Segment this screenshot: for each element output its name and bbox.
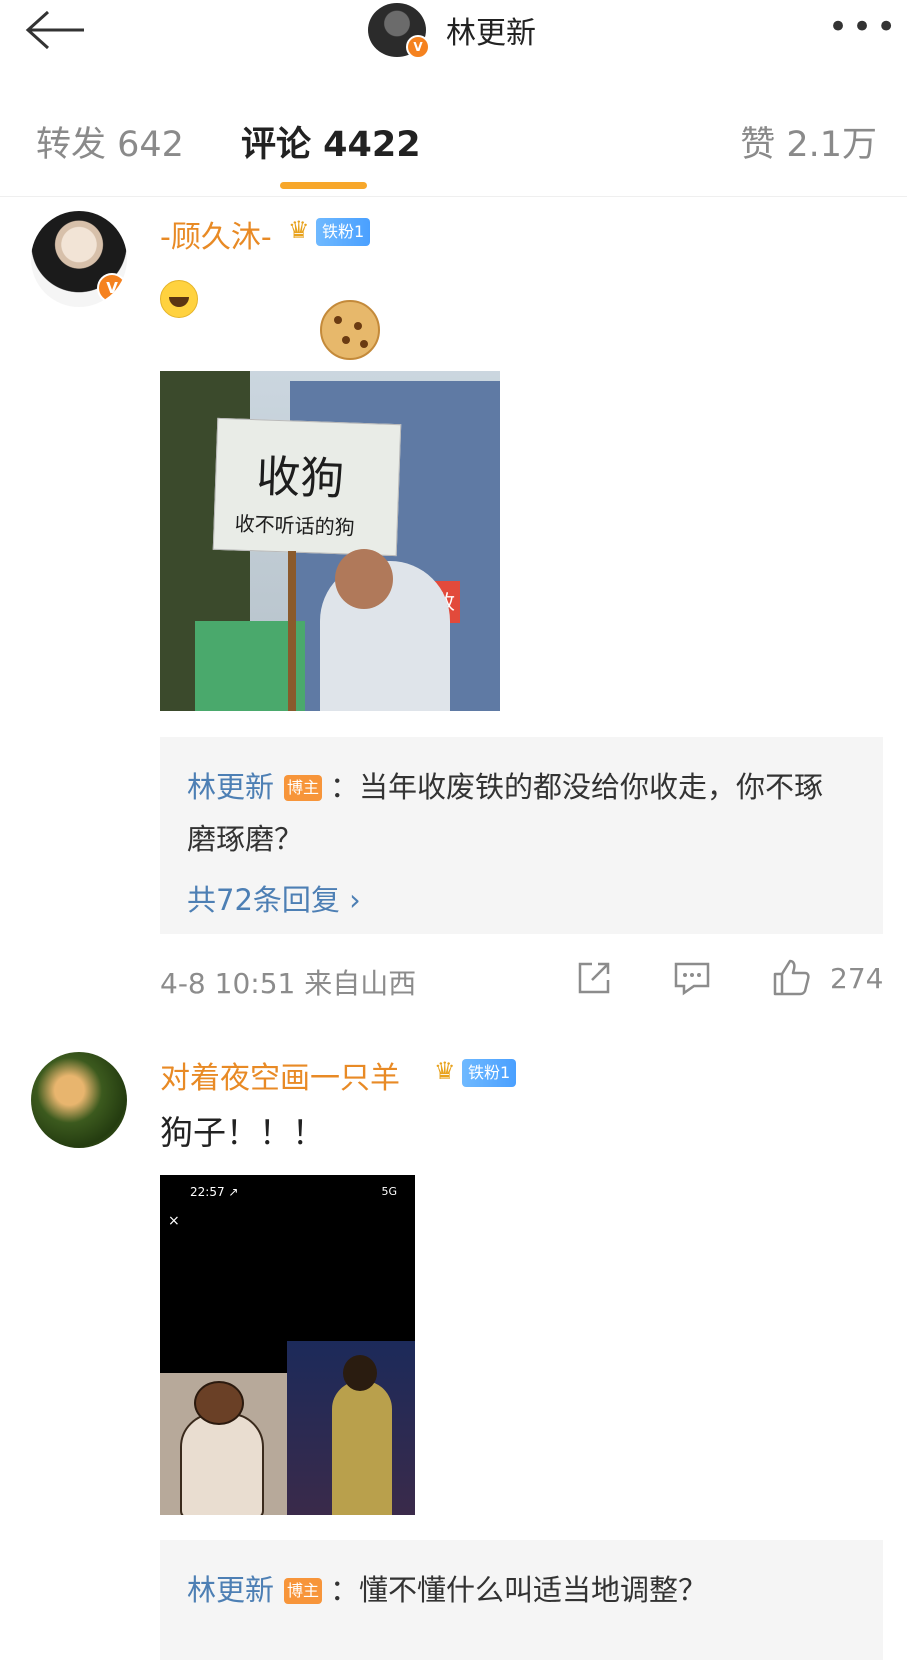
crown-icon: ♛ <box>288 216 310 244</box>
tab-comments[interactable]: 评论 4422 <box>241 116 421 167</box>
screenshot-status-time: 22:57 ↗ <box>190 1185 239 1199</box>
tab-reposts[interactable]: 转发 642 <box>36 116 184 167</box>
tab-bar: 转发 642 评论 4422 赞 2.1万 <box>0 80 907 197</box>
verified-icon: V <box>97 273 127 303</box>
back-arrow-icon[interactable] <box>22 6 92 54</box>
reply-content: ：当年收废铁的都没给你收走，你不琢磨琢磨？ <box>187 770 824 856</box>
more-icon[interactable]: ••• <box>828 10 900 44</box>
reply-text: 林更新 博主 ：懂不懂什么叫适当地调整？ <box>187 1564 847 1616</box>
fan-badge: 铁粉1 <box>462 1059 517 1087</box>
blogger-badge: 博主 <box>284 1578 323 1604</box>
top-bar: V 林更新 ••• <box>0 0 907 81</box>
like-count: 274 <box>830 962 884 995</box>
reply-preview[interactable]: 林更新 博主 ：当年收废铁的都没给你收走，你不琢磨琢磨？ 共72条回复 › <box>160 737 883 934</box>
reply-text: 林更新 博主 ：当年收废铁的都没给你收走，你不琢磨琢磨？ <box>187 761 847 865</box>
share-icon[interactable] <box>574 958 614 998</box>
screenshot-status-signal: 5G <box>381 1185 397 1198</box>
comment-icon[interactable] <box>672 958 712 998</box>
crown-icon: ♛ <box>434 1057 456 1085</box>
laughing-emoji-icon <box>160 280 198 318</box>
comment-username[interactable]: -顾久沐- <box>160 212 272 256</box>
close-icon: × <box>168 1213 180 1229</box>
comment-avatar[interactable]: V <box>31 211 127 307</box>
tab-likes[interactable]: 赞 2.1万 <box>740 116 877 167</box>
comment-username[interactable]: 对着夜空画一只羊 <box>160 1053 400 1097</box>
reply-author[interactable]: 林更新 <box>187 770 274 804</box>
reply-author[interactable]: 林更新 <box>187 1573 274 1607</box>
header-avatar[interactable]: V <box>368 3 430 59</box>
comment-text: 狗子！！！ <box>160 1113 325 1152</box>
cookie-sticker-icon <box>320 300 380 360</box>
stage-photo <box>287 1341 415 1515</box>
cartoon-figure <box>160 1373 287 1515</box>
view-replies-link[interactable]: 共72条回复 › <box>187 877 361 919</box>
photo-sign: 收狗 收不听话的狗 <box>212 417 402 557</box>
comment-image[interactable]: 收狗 收不听话的狗 品回收 <box>160 371 500 711</box>
verified-icon: V <box>406 35 430 59</box>
reply-content: ：懂不懂什么叫适当地调整？ <box>330 1573 708 1607</box>
blogger-badge: 博主 <box>284 775 323 801</box>
active-tab-indicator <box>280 182 367 189</box>
reply-preview[interactable]: 林更新 博主 ：懂不懂什么叫适当地调整？ <box>160 1540 883 1660</box>
like-icon[interactable] <box>771 958 811 998</box>
comment-image[interactable]: 22:57 ↗ 5G × <box>160 1175 415 1515</box>
page-title[interactable]: 林更新 <box>446 8 536 52</box>
comment-meta: 4-8 10:51 来自山西 <box>160 967 417 1000</box>
fan-badge: 铁粉1 <box>316 218 371 246</box>
comment-avatar[interactable] <box>31 1052 127 1148</box>
